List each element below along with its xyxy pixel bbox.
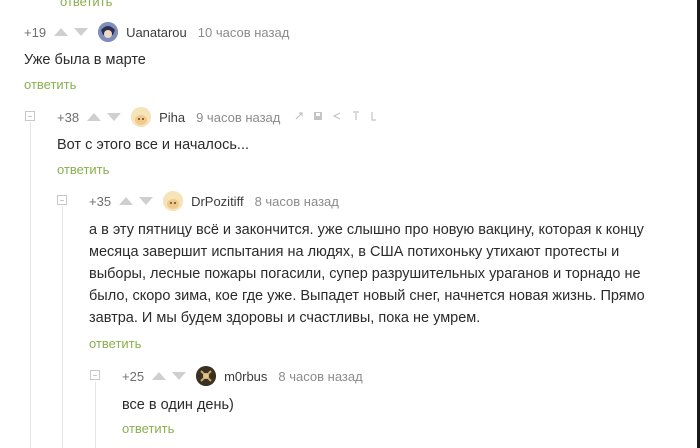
avatar[interactable] (196, 366, 217, 386)
reply-link[interactable]: ответить (24, 77, 76, 92)
comment-score: +38 (57, 109, 80, 125)
comment-text: Вот с этого все и началось... (57, 137, 250, 153)
save-icon[interactable] (313, 111, 323, 124)
comment-text: Уже была в марте (24, 52, 146, 68)
thread-line (30, 122, 31, 448)
comment-text-line: месяца завершит испытания на людях, в СШ… (89, 244, 620, 260)
avatar[interactable] (98, 22, 119, 42)
comment-header: +38 Piha 9 часов назад (57, 107, 378, 127)
comment-tools (294, 110, 378, 124)
comment-text-line: было, скоро зима, кое где уже. Выпадет н… (89, 288, 645, 304)
reply-link[interactable]: ответить (57, 162, 109, 177)
collapse-toggle[interactable] (90, 370, 100, 380)
comment-score: +25 (122, 368, 145, 384)
comment-text-line: выборы, лесные пожары погасили, супер ра… (89, 266, 641, 282)
username[interactable]: m0rbus (224, 369, 267, 384)
comment-text: а в эту пятницу всё и закончится. уже сл… (89, 219, 689, 329)
collapse-toggle[interactable] (25, 111, 35, 121)
more-icon[interactable] (370, 111, 378, 124)
upvote-icon[interactable] (152, 372, 167, 380)
reply-link[interactable]: ответить (122, 421, 174, 436)
comment-text-line: а в эту пятницу всё и закончится. уже сл… (89, 222, 644, 238)
downvote-icon[interactable] (139, 197, 154, 205)
avatar[interactable] (163, 191, 184, 211)
upvote-icon[interactable] (87, 113, 102, 121)
arrow-up-icon[interactable] (351, 110, 361, 124)
comment-text-line: завтра. И мы будем здоровы и счастливы, … (89, 310, 481, 326)
comment-header: +19 Uanatarou 10 часов назад (24, 22, 289, 42)
comment-score: +19 (24, 24, 47, 40)
timestamp[interactable]: 9 часов назад (196, 110, 280, 125)
reply-link[interactable]: ответить (60, 0, 112, 9)
thread-line (62, 206, 63, 448)
reply-link[interactable]: ответить (89, 336, 141, 351)
username[interactable]: Uanatarou (126, 25, 187, 40)
downvote-icon[interactable] (172, 372, 187, 380)
share-icon[interactable] (332, 111, 342, 124)
link-icon[interactable] (294, 111, 304, 124)
comments-panel: ответить +19 Uanatarou 10 часов назад Уж… (0, 0, 700, 448)
username[interactable]: DrPozitiff (191, 194, 244, 209)
username[interactable]: Piha (159, 110, 185, 125)
upvote-icon[interactable] (119, 197, 134, 205)
thread-line (95, 382, 96, 448)
avatar[interactable] (131, 107, 152, 127)
comment-header: +25 m0rbus 8 часов назад (122, 366, 363, 386)
comment-score: +35 (89, 193, 112, 209)
comment-header: +35 DrPozitiff 8 часов назад (89, 191, 339, 211)
collapse-toggle[interactable] (57, 195, 67, 205)
downvote-icon[interactable] (107, 113, 122, 121)
timestamp[interactable]: 8 часов назад (255, 194, 339, 209)
upvote-icon[interactable] (54, 28, 69, 36)
comment-text: все в один день) (122, 397, 234, 413)
downvote-icon[interactable] (74, 28, 89, 36)
timestamp[interactable]: 10 часов назад (198, 25, 290, 40)
timestamp[interactable]: 8 часов назад (278, 369, 362, 384)
